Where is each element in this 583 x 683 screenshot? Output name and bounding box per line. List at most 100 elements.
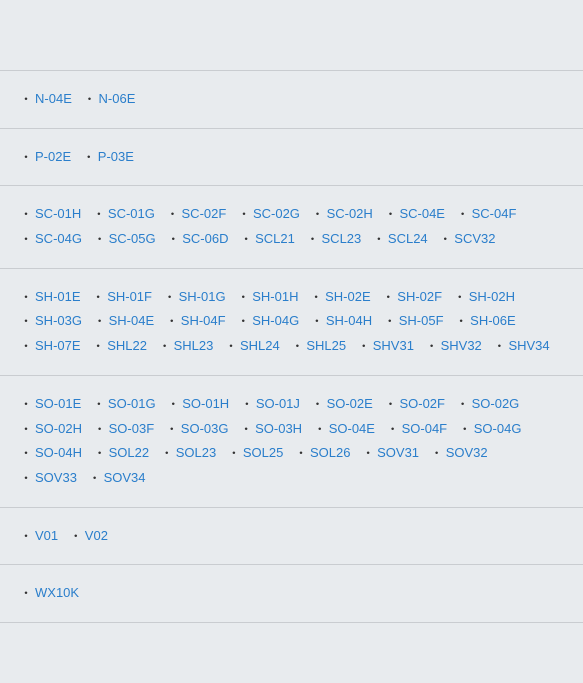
model-link[interactable]: SO-01G: [108, 396, 156, 411]
model-link[interactable]: SC-01H: [35, 206, 81, 221]
model-link[interactable]: SC-06D: [182, 231, 228, 246]
list-item: ・SH-05F: [384, 313, 444, 328]
bullet-icon: ・: [237, 290, 249, 304]
model-group: ・SO-01E ・SO-01G ・SO-01H ・SO-01J ・SO-02E …: [0, 375, 583, 507]
list-item: ・SH-01F: [92, 289, 152, 304]
model-link[interactable]: SC-04G: [35, 231, 82, 246]
model-link[interactable]: SC-02G: [253, 206, 300, 221]
list-item: ・SH-07E: [20, 338, 81, 353]
model-link[interactable]: SH-01E: [35, 289, 81, 304]
model-link[interactable]: SO-04E: [329, 421, 375, 436]
bullet-icon: ・: [94, 422, 106, 436]
model-link[interactable]: SOV33: [35, 470, 77, 485]
list-item: ・SO-04F: [387, 421, 448, 436]
model-link[interactable]: P-03E: [98, 149, 134, 164]
model-link[interactable]: SH-04F: [181, 313, 226, 328]
list-item: ・SOV34: [89, 470, 146, 485]
model-link[interactable]: SH-01H: [252, 289, 298, 304]
model-link[interactable]: N-04E: [35, 91, 72, 106]
model-link[interactable]: SC-05G: [109, 231, 156, 246]
model-link[interactable]: SO-02G: [472, 396, 520, 411]
model-link[interactable]: SO-01H: [182, 396, 229, 411]
model-link[interactable]: SCL24: [388, 231, 428, 246]
bullet-icon: ・: [20, 92, 32, 106]
model-link[interactable]: SO-04G: [474, 421, 522, 436]
bullet-icon: ・: [312, 207, 324, 221]
model-link[interactable]: SC-04F: [472, 206, 517, 221]
model-link[interactable]: SH-04G: [252, 313, 299, 328]
bullet-icon: ・: [20, 422, 32, 436]
model-link[interactable]: SH-07E: [35, 338, 81, 353]
list-item: ・SCL24: [373, 231, 428, 246]
model-link[interactable]: SO-02H: [35, 421, 82, 436]
bullet-icon: ・: [311, 314, 323, 328]
model-link[interactable]: SHL22: [107, 338, 147, 353]
model-link[interactable]: SC-01G: [108, 206, 155, 221]
model-link[interactable]: SHV32: [441, 338, 482, 353]
model-link[interactable]: SH-02F: [397, 289, 442, 304]
model-link[interactable]: SC-04E: [399, 206, 445, 221]
model-link[interactable]: SOV34: [104, 470, 146, 485]
list-item: ・V02: [70, 528, 108, 543]
model-link[interactable]: SO-01E: [35, 396, 81, 411]
bullet-icon: ・: [455, 314, 467, 328]
model-link[interactable]: SH-01G: [179, 289, 226, 304]
model-link[interactable]: SH-02E: [325, 289, 371, 304]
model-link[interactable]: V02: [85, 528, 108, 543]
model-link[interactable]: SH-03G: [35, 313, 82, 328]
model-link[interactable]: P-02E: [35, 149, 71, 164]
bullet-icon: ・: [384, 207, 396, 221]
model-link[interactable]: SO-04F: [402, 421, 448, 436]
model-link[interactable]: SOL26: [310, 445, 350, 460]
model-link[interactable]: SH-04H: [326, 313, 372, 328]
model-link[interactable]: SHL23: [174, 338, 214, 353]
model-link[interactable]: SOV31: [377, 445, 419, 460]
model-link[interactable]: SHV34: [508, 338, 549, 353]
model-link[interactable]: SO-04H: [35, 445, 82, 460]
model-group: ・N-04E ・N-06E: [0, 70, 583, 128]
model-link[interactable]: SOL25: [243, 445, 283, 460]
list-item: ・SC-02G: [238, 206, 300, 221]
model-link[interactable]: N-06E: [99, 91, 136, 106]
model-link[interactable]: SH-02H: [469, 289, 515, 304]
list-item: ・WX10K: [20, 585, 79, 600]
model-link[interactable]: SO-02E: [327, 396, 373, 411]
model-link[interactable]: SC-02F: [182, 206, 227, 221]
model-link[interactable]: SO-01J: [256, 396, 300, 411]
model-link[interactable]: SOL23: [176, 445, 216, 460]
bullet-icon: ・: [457, 207, 469, 221]
list-item: ・SH-02F: [382, 289, 442, 304]
model-link[interactable]: SO-03G: [181, 421, 229, 436]
model-link[interactable]: SO-03H: [255, 421, 302, 436]
model-link[interactable]: SH-06E: [470, 313, 516, 328]
model-link[interactable]: SH-05F: [399, 313, 444, 328]
list-item: ・SH-01G: [164, 289, 226, 304]
model-link[interactable]: SHL25: [306, 338, 346, 353]
model-link[interactable]: SH-04E: [109, 313, 155, 328]
model-link[interactable]: SHV31: [373, 338, 414, 353]
model-link[interactable]: WX10K: [35, 585, 79, 600]
model-link[interactable]: SO-02F: [399, 396, 445, 411]
model-link[interactable]: SCL21: [255, 231, 295, 246]
model-link[interactable]: SCL23: [322, 231, 362, 246]
bullet-icon: ・: [312, 397, 324, 411]
model-link[interactable]: SCV32: [454, 231, 495, 246]
model-link[interactable]: SH-01F: [107, 289, 152, 304]
model-link[interactable]: SOL22: [109, 445, 149, 460]
bullet-icon: ・: [307, 232, 319, 246]
model-link[interactable]: SO-03F: [109, 421, 155, 436]
model-link[interactable]: SHL24: [240, 338, 280, 353]
bullet-icon: ・: [493, 339, 505, 353]
bullet-icon: ・: [167, 232, 179, 246]
list-item: ・SH-03G: [20, 313, 82, 328]
bullet-icon: ・: [93, 397, 105, 411]
bullet-icon: ・: [94, 314, 106, 328]
model-link[interactable]: SC-02H: [327, 206, 373, 221]
model-link[interactable]: V01: [35, 528, 58, 543]
list-item: ・SC-02F: [167, 206, 227, 221]
model-link[interactable]: SOV32: [446, 445, 488, 460]
list-item: ・SOL22: [94, 445, 150, 460]
bullet-icon: ・: [84, 92, 96, 106]
list-item: ・SH-02H: [454, 289, 515, 304]
list-item: ・SO-04E: [314, 421, 375, 436]
